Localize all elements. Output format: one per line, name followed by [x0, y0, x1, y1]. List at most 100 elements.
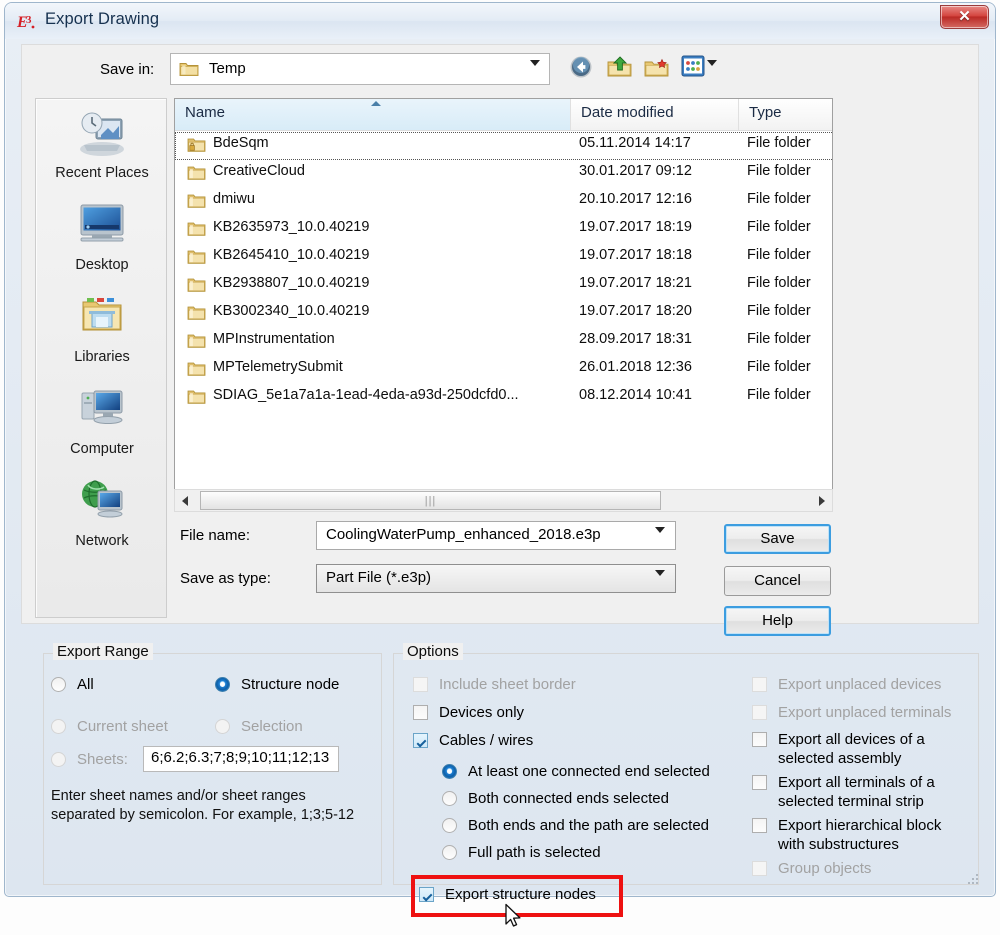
table-row[interactable]: dmiwu20.10.2017 12:16File folder [175, 188, 833, 216]
chevron-down-icon[interactable] [655, 576, 665, 592]
locked-folder-icon [187, 136, 206, 157]
checkbox-indicator [752, 677, 767, 692]
table-row[interactable]: MPTelemetrySubmit26.01.2018 12:36File fo… [175, 356, 833, 384]
checkbox-indicator [413, 677, 428, 692]
table-row[interactable]: MPInstrumentation 28.09.2017 18:31 File fo… [175, 328, 833, 356]
file-name-cell: MPInstrumentation [213, 331, 335, 347]
radio-indicator [442, 818, 457, 833]
close-button[interactable]: ✕ [940, 5, 989, 29]
file-name-cell: BdeSqm [213, 135, 269, 151]
file-list-horizontal-scrollbar[interactable]: ||| [174, 489, 833, 512]
scrollbar-thumb[interactable]: ||| [200, 491, 661, 510]
place-network[interactable]: Network [36, 471, 168, 563]
table-row[interactable]: BdeSqm 05.11.2014 14:17 File folder [175, 132, 833, 160]
title-bar[interactable]: E 3 Export Drawing ✕ [5, 3, 995, 39]
radio-indicator [442, 791, 457, 806]
chevron-down-icon[interactable] [530, 66, 540, 82]
close-icon: ✕ [941, 6, 988, 28]
place-libraries[interactable]: Libraries [36, 287, 168, 379]
type-cell: File folder [747, 191, 811, 207]
chevron-down-icon[interactable] [655, 533, 665, 549]
folder-icon [187, 276, 206, 297]
cancel-button[interactable]: Cancel [724, 566, 831, 596]
place-label: Recent Places [36, 165, 168, 181]
checkbox-label: Devices only [439, 704, 524, 721]
back-arrow-icon[interactable] [569, 55, 593, 83]
column-header-name[interactable]: Name [175, 99, 571, 130]
save-button[interactable]: Save [724, 524, 831, 554]
type-cell: File folder [747, 247, 811, 263]
date-modified-cell: 28.09.2017 18:31 [579, 331, 692, 347]
sheets-input[interactable]: 6;6.2;6.3;7;8;9;10;11;12;13 [143, 746, 339, 772]
radio-label: Both ends and the path are selected [468, 817, 709, 834]
place-label: Network [36, 533, 168, 549]
save-as-type-select[interactable]: Part File (*.e3p) [316, 564, 676, 593]
new-folder-icon[interactable] [644, 55, 669, 83]
network-icon [78, 477, 126, 525]
table-row[interactable]: KB2635973_10.0.40219 19.07.2017 18:19 File… [175, 216, 833, 244]
place-computer[interactable]: Computer [36, 379, 168, 471]
radio-indicator-selected [215, 677, 230, 692]
table-row[interactable]: KB2938807_10.0.4021919.07.2017 18:21File… [175, 272, 833, 300]
date-modified-cell: 19.07.2017 18:19 [579, 219, 692, 235]
type-cell: File folder [747, 331, 811, 347]
date-modified-cell: 30.01.2017 09:12 [579, 163, 692, 179]
checkbox-label: Include sheet border [439, 676, 576, 693]
date-modified-cell: 05.11.2014 14:17 [579, 135, 691, 151]
file-name-cell: dmiwu [213, 191, 255, 207]
type-cell: File folder [747, 219, 811, 235]
table-row[interactable]: KB3002340_10.0.4021919.07.2017 18:20File… [175, 300, 833, 328]
radio-indicator [51, 677, 66, 692]
file-name-cell: KB2635973_10.0.40219 [213, 219, 369, 235]
file-browser-panel: Save in: Temp [21, 44, 979, 624]
checkbox-indicator [752, 705, 767, 720]
export-range-title: Export Range [53, 643, 153, 660]
column-header-date-modified[interactable]: Date modified [571, 99, 739, 130]
table-row[interactable]: KB2645410_10.0.4021919.07.2017 18:18File… [175, 244, 833, 272]
file-name-cell: KB3002340_10.0.40219 [213, 303, 369, 319]
radio-indicator-selected [442, 764, 457, 779]
file-list[interactable]: Name Date modified Type BdeSqm 05.11.2014… [174, 98, 833, 498]
date-modified-cell: 08.12.2014 10:41 [579, 387, 692, 403]
table-row[interactable]: SDIAG_5e1a7a1a-1ead-4eda-a93d-250dcfd0..… [175, 384, 833, 412]
place-recent-places[interactable]: Recent Places [36, 103, 168, 195]
up-one-level-icon[interactable] [607, 55, 632, 83]
scroll-right-button[interactable] [812, 490, 832, 511]
checkbox-label: Export all devices of a selected assembl… [778, 730, 948, 768]
options-title: Options [403, 643, 463, 660]
save-as-type-value: Part File (*.e3p) [326, 569, 431, 586]
checkbox-label: Export unplaced terminals [778, 704, 951, 721]
table-row[interactable]: CreativeCloud30.01.2017 09:12File folder [175, 160, 833, 188]
radio-label: Both connected ends selected [468, 790, 669, 807]
type-cell: File folder [747, 135, 811, 151]
views-icon[interactable] [681, 55, 705, 81]
type-cell: File folder [747, 387, 811, 403]
place-desktop[interactable]: Desktop [36, 195, 168, 287]
triangle-right-icon [819, 496, 825, 506]
scroll-left-button[interactable] [175, 490, 195, 511]
column-header-type[interactable]: Type [739, 99, 833, 130]
checkbox-label: Group objects [778, 860, 871, 877]
column-header-label: Name [185, 104, 225, 121]
checkbox-indicator [413, 705, 428, 720]
file-name-cell: KB2645410_10.0.40219 [213, 247, 369, 263]
radio-indicator [51, 719, 66, 734]
dialog-content: Save in: Temp [15, 39, 985, 891]
checkbox-indicator [752, 818, 767, 833]
place-label: Computer [36, 441, 168, 457]
help-button[interactable]: Help [724, 606, 831, 636]
resize-grip-icon[interactable] [967, 873, 979, 885]
type-cell: File folder [747, 359, 811, 375]
save-in-label: Save in: [100, 61, 154, 78]
export-range-hint: Enter sheet names and/or sheet ranges se… [51, 787, 367, 825]
file-name-label: File name: [180, 527, 250, 544]
folder-icon [187, 304, 206, 325]
file-name-input[interactable]: CoolingWaterPump_enhanced_2018.e3p [316, 521, 676, 550]
save-in-combobox[interactable]: Temp [170, 53, 550, 85]
radio-label: Sheets: [77, 751, 128, 768]
computer-icon [78, 385, 126, 433]
mouse-pointer-icon [504, 903, 524, 935]
place-label: Desktop [36, 257, 168, 273]
views-chevron-down-icon[interactable] [707, 66, 717, 82]
checkbox-label: Export hierarchical block with substruct… [778, 816, 948, 854]
